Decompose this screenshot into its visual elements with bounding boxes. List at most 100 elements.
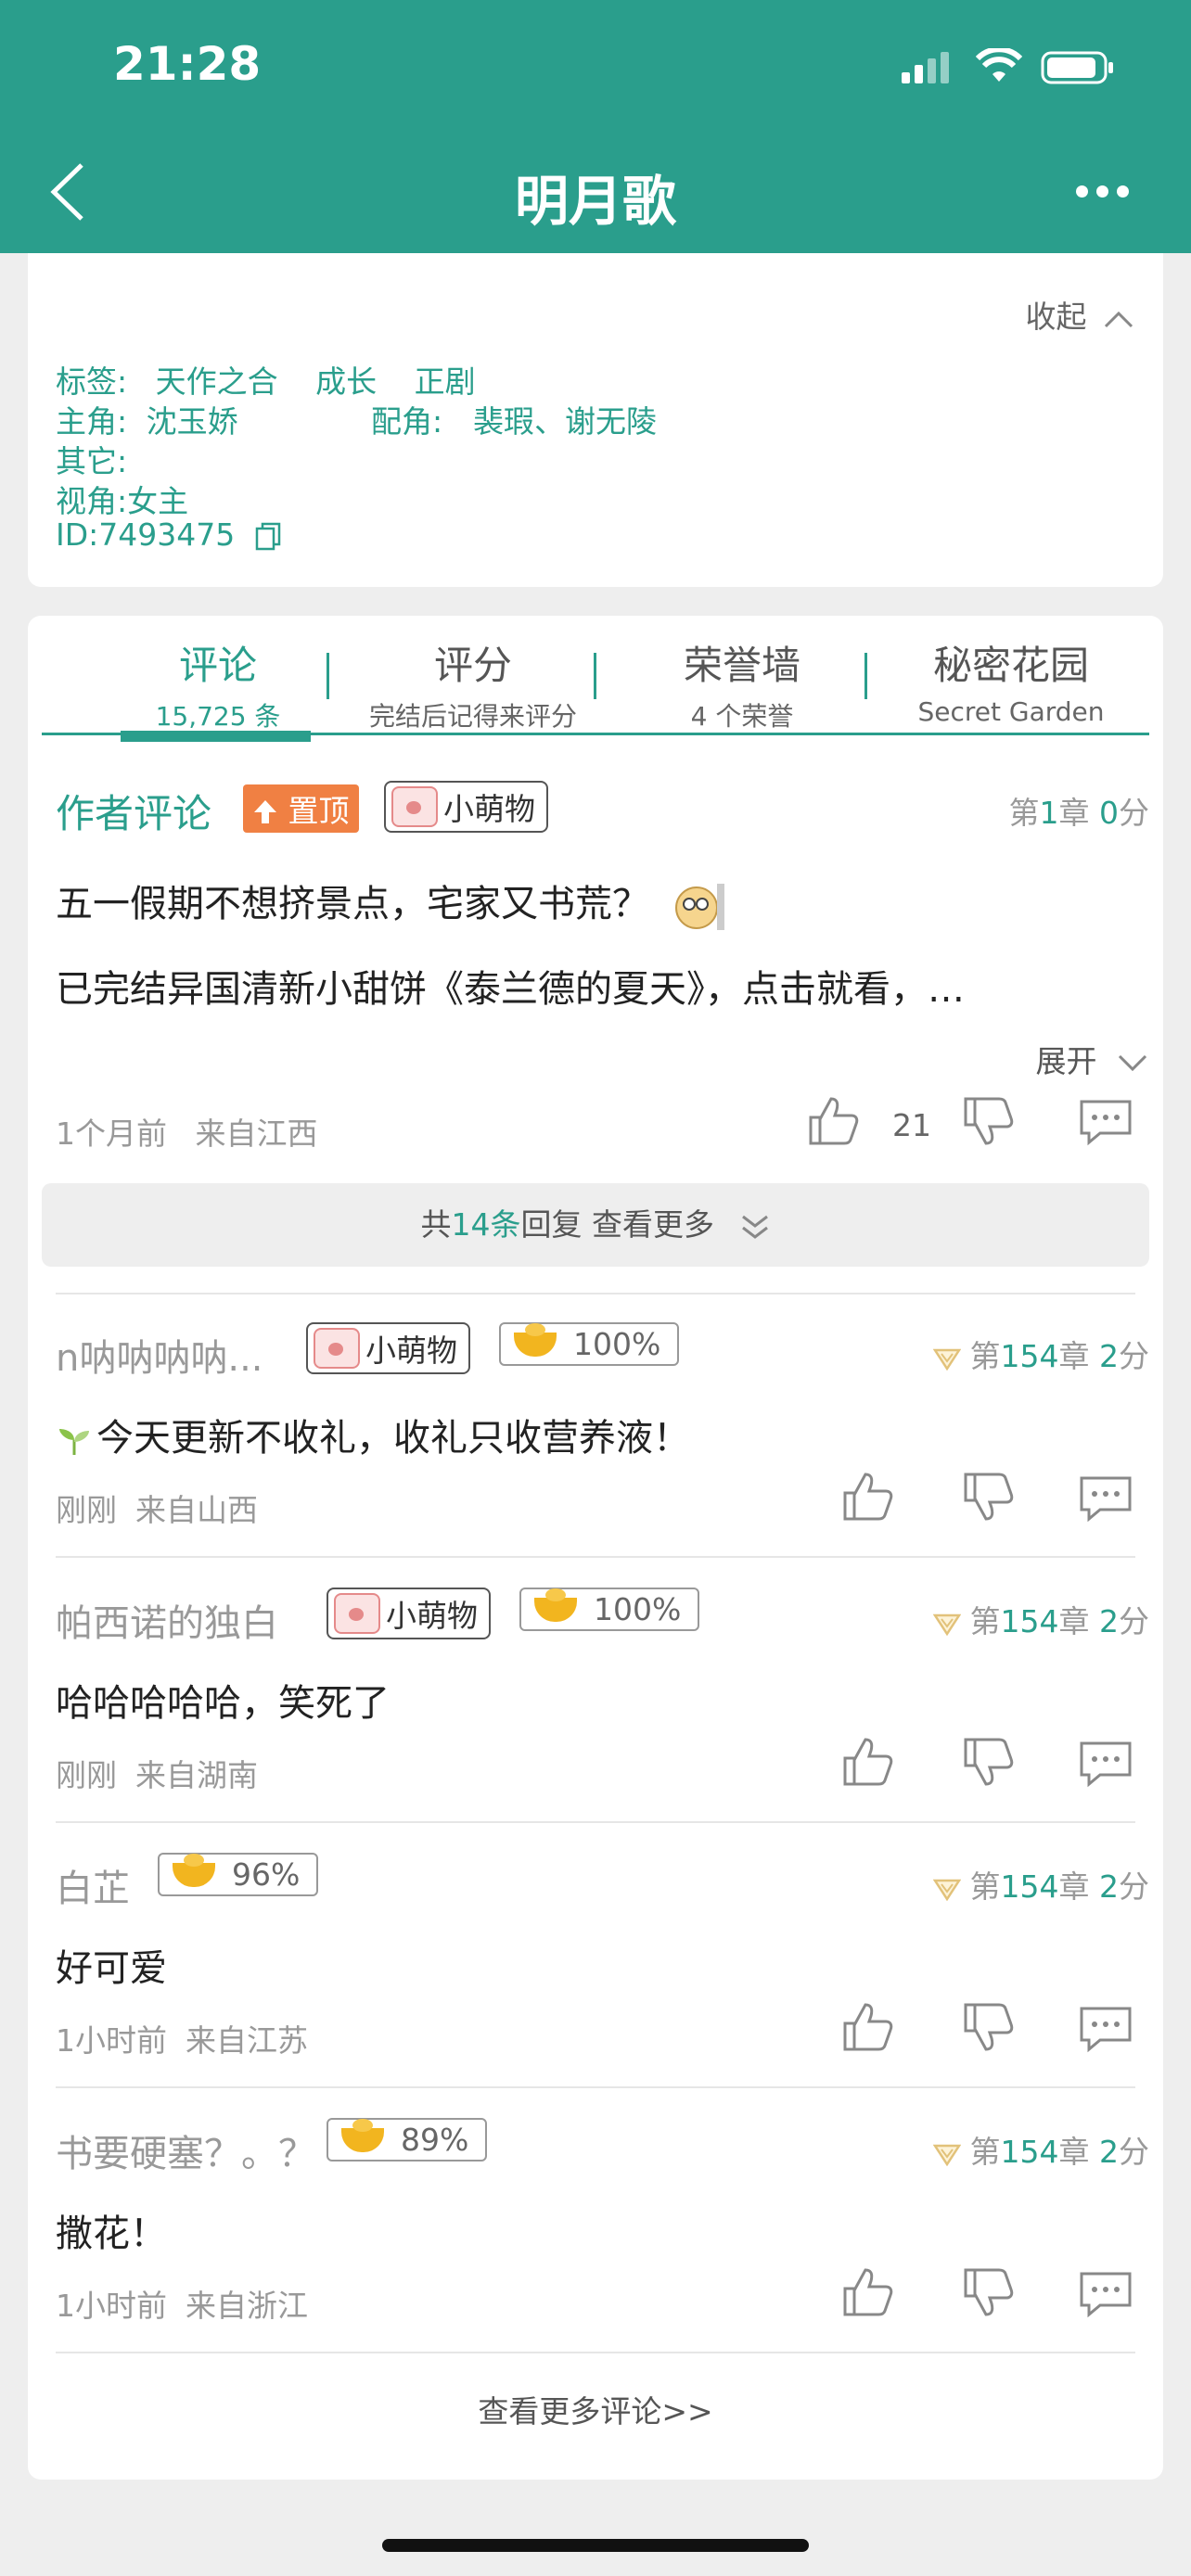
thumbs-down-icon xyxy=(964,2268,1014,2316)
author-comment-line1: 五一假期不想挤景点，宅家又书荒？ xyxy=(56,874,726,934)
tags-row: 标签: 天作之合 成长 正剧 xyxy=(56,363,476,400)
tab-rating[interactable]: 评分 完结后记得来评分 xyxy=(325,634,621,733)
comments-card: 评论 15,725 条 评分 完结后记得来评分 荣誉墙 4 个荣誉 秘密花园 S… xyxy=(28,616,1163,2480)
tab-divider xyxy=(864,653,867,699)
dislike-button[interactable] xyxy=(960,1734,1016,1793)
reader-level-badge[interactable]: 100% xyxy=(519,1588,700,1631)
commenter-name[interactable]: 白芷 xyxy=(56,1858,130,1912)
fan-tag-badge[interactable]: 小萌物 xyxy=(384,781,548,833)
chapter-score: 第1章 0分 xyxy=(1008,795,1150,831)
reader-level-badge[interactable]: 100% xyxy=(499,1322,680,1366)
divider xyxy=(56,1556,1135,1558)
expand-button[interactable]: 展开 xyxy=(1036,1037,1150,1081)
reply-button[interactable] xyxy=(1078,1098,1133,1150)
more-dots-icon xyxy=(1076,185,1088,198)
like-button[interactable] xyxy=(839,1734,895,1793)
page-title: 明月歌 xyxy=(514,170,676,233)
like-button[interactable] xyxy=(839,1469,895,1528)
arrow-up-icon xyxy=(254,800,276,823)
dislike-button[interactable] xyxy=(960,1093,1016,1153)
chapter-score: 第154章 2分 xyxy=(932,1597,1149,1641)
comment-text: 哈哈哈哈哈，笑死了 xyxy=(56,1682,390,1725)
gold-ingot-icon xyxy=(534,1588,577,1622)
commenter-name[interactable]: n呐呐呐呐... xyxy=(56,1328,263,1382)
paw-icon xyxy=(391,786,438,827)
like-button[interactable] xyxy=(839,2264,895,2324)
tab-comments[interactable]: 评论 15,725 条 xyxy=(83,634,352,733)
comment-meta: 刚刚 来自湖南 xyxy=(56,1757,258,1793)
comment-text: 好可爱 xyxy=(56,1947,167,1990)
thumbs-down-icon xyxy=(964,1097,1014,1145)
view-replies-button[interactable]: 共14条回复 查看更多 xyxy=(42,1183,1149,1267)
reader-level-badge[interactable]: 96% xyxy=(158,1853,319,1896)
gold-ingot-icon xyxy=(514,1322,557,1357)
reply-button[interactable] xyxy=(1078,2005,1133,2057)
like-button[interactable] xyxy=(839,1999,895,2059)
comment-meta: 1小时前 来自浙江 xyxy=(56,2288,308,2324)
double-chevron-down-icon xyxy=(741,1215,768,1239)
comment-bubble-icon xyxy=(1080,2007,1132,2053)
vip-diamond-icon xyxy=(932,1879,961,1901)
thumbs-down-icon xyxy=(964,2003,1014,2051)
cellular-signal-icon xyxy=(902,52,954,85)
commenter-name[interactable]: 帕西诺的独白 xyxy=(56,1593,278,1647)
thumbs-down-icon xyxy=(964,1738,1014,1786)
comment-bubble-icon xyxy=(1080,1741,1132,1788)
roles-row: 主角: 沈玉娇 配角: 裴瑕、谢无陵 xyxy=(56,397,657,441)
emoji-sticker-icon xyxy=(674,884,724,930)
supporting-names: 裴瑕、谢无陵 xyxy=(473,403,657,440)
reader-level-badge[interactable]: 89% xyxy=(327,2118,488,2162)
reply-button[interactable] xyxy=(1078,1474,1133,1526)
commenter-name[interactable]: 书要硬塞？。？ xyxy=(56,2123,315,2177)
chapter-score: 第154章 2分 xyxy=(932,1332,1149,1376)
tab-divider xyxy=(594,653,596,699)
vip-diamond-icon xyxy=(932,1613,961,1636)
divider xyxy=(56,1821,1135,1823)
tag-link[interactable]: 天作之合 xyxy=(156,363,278,400)
chapter-score: 第154章 2分 xyxy=(932,2127,1149,2172)
tag-link[interactable]: 正剧 xyxy=(415,363,476,400)
novel-id-row: ID:7493475 xyxy=(56,516,282,553)
collapse-button[interactable]: 收起 xyxy=(1026,292,1136,337)
dislike-button[interactable] xyxy=(960,1469,1016,1528)
reply-button[interactable] xyxy=(1078,2270,1133,2322)
comment-meta: 刚刚 来自山西 xyxy=(56,1492,258,1528)
tab-secret-garden[interactable]: 秘密花园 Secret Garden xyxy=(872,634,1150,727)
comment-bubble-icon xyxy=(1080,1476,1132,1523)
thumbs-down-icon xyxy=(964,1473,1014,1521)
dislike-button[interactable] xyxy=(960,2264,1016,2324)
comment-text: 撒花！ xyxy=(56,2213,167,2255)
comment-bubble-icon xyxy=(1080,1100,1132,1146)
tab-honor-wall[interactable]: 荣誉墙 4 个荣誉 xyxy=(603,634,881,733)
vip-diamond-icon xyxy=(932,2144,961,2166)
paw-icon xyxy=(334,1593,380,1634)
thumbs-up-icon xyxy=(843,2003,893,2051)
chapter-score: 第154章 2分 xyxy=(932,1862,1149,1906)
dislike-button[interactable] xyxy=(960,1999,1016,2059)
like-button[interactable] xyxy=(805,1093,861,1153)
novel-info-card: 收起 标签: 天作之合 成长 正剧 主角: 沈玉娇 配角: 裴瑕、谢无陵 其它:… xyxy=(28,253,1163,587)
divider xyxy=(56,1293,1135,1294)
active-tab-indicator xyxy=(121,731,311,742)
comment-text: 今天更新不收礼，收礼只收营养液！ xyxy=(56,1408,690,1461)
more-menu-button[interactable] xyxy=(1067,178,1141,206)
view-more-comments-link[interactable]: 查看更多评论>> xyxy=(28,2387,1163,2431)
fan-tag-badge[interactable]: 小萌物 xyxy=(306,1322,470,1374)
reply-button[interactable] xyxy=(1078,1740,1133,1792)
perspective-row: 视角:女主 xyxy=(56,483,189,519)
battery-icon xyxy=(1041,51,1115,84)
wifi-icon xyxy=(975,46,1023,85)
vip-diamond-icon xyxy=(932,1348,961,1371)
sprout-icon xyxy=(59,1429,89,1455)
comment-bubble-icon xyxy=(1080,2272,1132,2318)
chevron-up-icon xyxy=(1104,311,1133,327)
paw-icon xyxy=(314,1328,360,1369)
tag-link[interactable]: 成长 xyxy=(315,363,377,400)
fan-tag-badge[interactable]: 小萌物 xyxy=(327,1588,491,1639)
thumbs-up-icon xyxy=(843,1473,893,1521)
thumbs-up-icon xyxy=(843,1738,893,1786)
thumbs-up-icon xyxy=(809,1097,859,1145)
copy-icon[interactable] xyxy=(254,521,282,553)
home-indicator xyxy=(382,2539,809,2552)
status-time: 21:28 xyxy=(113,37,262,91)
